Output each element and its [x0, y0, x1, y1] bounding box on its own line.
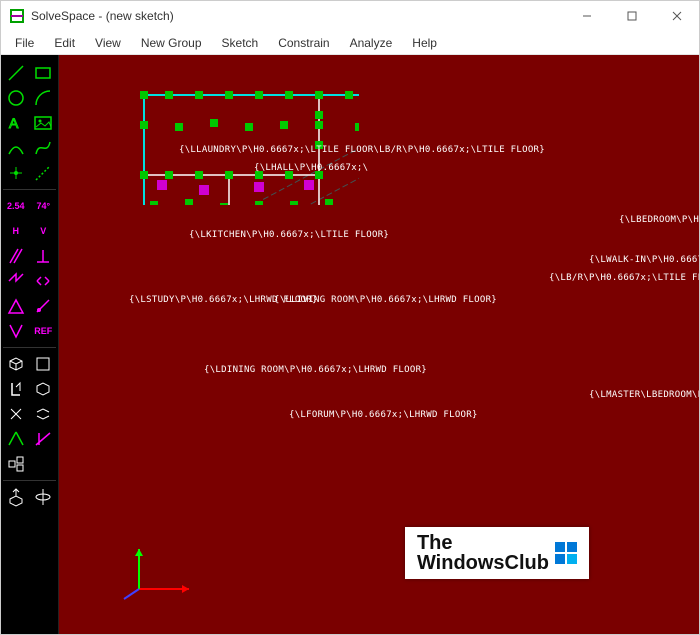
watermark-text-line1: The [417, 533, 549, 553]
text-tool-icon[interactable]: A [3, 111, 29, 135]
nearest-ortho-icon[interactable] [3, 377, 29, 401]
extrude-icon[interactable] [3, 485, 29, 509]
menu-file[interactable]: File [5, 32, 44, 54]
circle-tool-icon[interactable] [3, 86, 29, 110]
lathe-icon[interactable] [31, 485, 57, 509]
show-outlines-icon[interactable] [3, 427, 29, 451]
rectangle-tool-icon[interactable] [31, 61, 57, 85]
reference-constraint-icon[interactable]: REF [31, 319, 57, 343]
window-title: SolveSpace - (new sketch) [31, 9, 564, 23]
plan-label: {\LFORUM\P\H0.6667x;\LHRWD FLOOR} [289, 410, 478, 420]
app-window: SolveSpace - (new sketch) FileEditViewNe… [0, 0, 700, 635]
plan-label: {\LDINING ROOM\P\H0.6667x;\LHRWD FLOOR} [204, 365, 427, 375]
image-tool-icon[interactable] [31, 111, 57, 135]
titlebar: SolveSpace - (new sketch) [1, 1, 699, 31]
toolbar-separator [3, 480, 56, 481]
coincident-constraint-icon[interactable] [3, 269, 29, 293]
close-button[interactable] [654, 1, 699, 31]
plan-label: {\LMASTER\LBEDROOM\P\H0.6667x;\ [589, 390, 699, 400]
plan-label: {\LHALL\P\H0.6667x;\ [254, 163, 368, 173]
window-controls [564, 1, 699, 31]
plan-label: {\LLIVING ROOM\P\H0.6667x;\LHRWD FLOOR} [274, 295, 497, 305]
menu-constrain[interactable]: Constrain [268, 32, 339, 54]
windows-flag-icon [555, 542, 577, 564]
drawing-canvas[interactable]: The WindowsClub {\LLAUNDRY\P\H0.6667x;\L… [59, 55, 699, 634]
isometric-view-icon[interactable] [3, 352, 29, 376]
menu-new-group[interactable]: New Group [131, 32, 212, 54]
tangent-arc-tool-icon[interactable] [3, 136, 29, 160]
same-orientation-icon[interactable] [31, 294, 57, 318]
bezier-tool-icon[interactable] [31, 136, 57, 160]
workspace: A 2.54 74° H V [1, 55, 699, 634]
menu-edit[interactable]: Edit [44, 32, 85, 54]
other-constraint-icon[interactable] [3, 319, 29, 343]
construction-tool-icon[interactable] [31, 161, 57, 185]
toolbar: A 2.54 74° H V [1, 55, 59, 634]
plan-label: {\LLAUNDRY\P\H0.6667x;\LTILE FLOOR\LB/R\… [179, 145, 545, 155]
menu-help[interactable]: Help [402, 32, 447, 54]
watermark: The WindowsClub [405, 527, 589, 579]
toolbar-separator [3, 189, 56, 190]
parallel-constraint-icon[interactable] [3, 244, 29, 268]
show-mesh-icon[interactable] [31, 427, 57, 451]
exploded-view-icon[interactable] [3, 452, 29, 476]
menu-analyze[interactable]: Analyze [340, 32, 403, 54]
arc-tool-icon[interactable] [31, 86, 57, 110]
menubar: FileEditViewNew GroupSketchConstrainAnal… [1, 31, 699, 55]
distance-constraint-icon[interactable]: 2.54 [3, 194, 29, 218]
center-view-icon[interactable] [31, 377, 57, 401]
line-tool-icon[interactable] [3, 61, 29, 85]
app-icon [9, 8, 25, 24]
show-hidden-icon[interactable] [3, 402, 29, 426]
symmetric-constraint-icon[interactable] [31, 269, 57, 293]
plan-label: {\LKITCHEN\P\H0.6667x;\LTILE FLOOR} [189, 230, 389, 240]
workplane-view-icon[interactable] [31, 352, 57, 376]
menu-sketch[interactable]: Sketch [212, 32, 269, 54]
plan-label: {\LWALK-IN\P\H0.6667x;\P\A [589, 255, 699, 265]
watermark-text-line2: WindowsClub [417, 553, 549, 573]
svg-text:A: A [9, 115, 19, 131]
angle-constraint-icon[interactable]: 74° [31, 194, 57, 218]
equal-constraint-icon[interactable] [3, 294, 29, 318]
maximize-button[interactable] [609, 1, 654, 31]
vertical-constraint-icon[interactable]: V [31, 219, 57, 243]
plan-label: {\LBEDROOM\P\H0.6667x;\ [619, 215, 699, 225]
axis-gizmo-icon [119, 544, 199, 604]
menu-view[interactable]: View [85, 32, 131, 54]
perpendicular-constraint-icon[interactable] [31, 244, 57, 268]
show-edges-icon[interactable] [31, 402, 57, 426]
toolbar-separator [3, 347, 56, 348]
minimize-button[interactable] [564, 1, 609, 31]
plan-label: {\LB/R\P\H0.6667x;\LTILE FLOOR} [549, 273, 699, 283]
horizontal-constraint-icon[interactable]: H [3, 219, 29, 243]
point-tool-icon[interactable] [3, 161, 29, 185]
nodes-layer [59, 55, 359, 205]
